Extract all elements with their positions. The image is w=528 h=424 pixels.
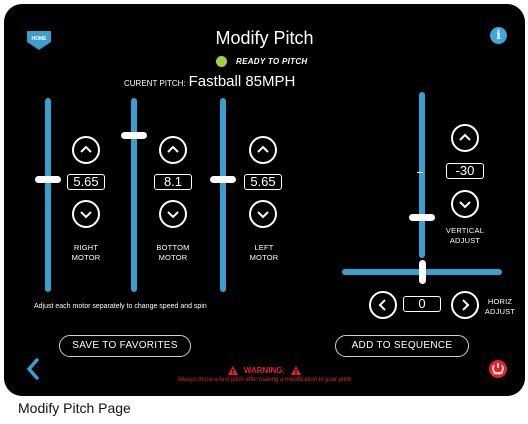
right-motor-value[interactable]: 5.65 [67, 174, 105, 190]
horiz-adjust-label: HORIZ ADJUST [484, 297, 516, 316]
chevron-down-icon [167, 211, 179, 219]
page-title: Modify Pitch [215, 28, 314, 48]
bottom-motor-value[interactable]: 8.1 [154, 174, 192, 190]
page-caption: Modify Pitch Page [18, 400, 131, 416]
horiz-adjust-left-button[interactable] [369, 291, 397, 319]
motor-adjust-hint: Adjust each motor separately to change s… [34, 303, 207, 310]
horiz-adjust-right-button[interactable] [451, 291, 479, 319]
left-motor-decrease-button[interactable] [249, 200, 277, 228]
horiz-adjust-slider-handle[interactable] [419, 260, 426, 284]
chevron-down-icon [80, 211, 92, 219]
chevron-down-icon [459, 201, 471, 209]
warning-title: WARNING: [243, 366, 286, 375]
chevron-right-icon [462, 299, 470, 311]
left-motor-label: LEFT MOTOR [249, 243, 279, 262]
right-motor-slider-track[interactable] [45, 98, 51, 292]
status-dot-icon [216, 55, 227, 67]
stop-icon[interactable]: STOP [488, 359, 508, 379]
warning-text: Always throw a test pitch after making a… [177, 377, 352, 383]
vertical-adjust-slider-handle[interactable] [409, 214, 435, 221]
left-motor-increase-button[interactable] [249, 136, 277, 164]
right-motor-decrease-button[interactable] [72, 200, 100, 228]
bottom-motor-label: BOTTOM MOTOR [156, 243, 190, 262]
warning-icon [227, 366, 238, 376]
chevron-up-icon [80, 145, 92, 153]
chevron-down-icon [257, 211, 269, 219]
vertical-adjust-up-button[interactable] [451, 124, 479, 152]
current-pitch-label: CURENT PITCH: [124, 79, 186, 88]
add-to-sequence-button[interactable]: ADD TO SEQUENCE [335, 335, 469, 357]
chevron-up-icon [167, 145, 179, 153]
vertical-adjust-label: VERTICAL ADJUST [445, 226, 485, 245]
status-indicator: READY TO PITCH [216, 54, 307, 68]
right-motor-label: RIGHT MOTOR [71, 243, 101, 262]
chevron-left-icon [378, 299, 386, 311]
right-motor-increase-button[interactable] [72, 136, 100, 164]
bottom-motor-slider-handle[interactable] [121, 131, 147, 139]
bottom-motor-slider-track[interactable] [131, 98, 137, 292]
vertical-adjust-value[interactable]: -30 [446, 163, 484, 179]
right-motor-slider-handle[interactable] [35, 176, 61, 184]
left-motor-slider-handle[interactable] [210, 176, 236, 184]
current-pitch: CURENT PITCH: Fastball 85MPH [124, 73, 295, 91]
warning-title-row: WARNING: [4, 366, 525, 376]
warning-icon [291, 366, 302, 376]
left-motor-slider-track[interactable] [220, 98, 226, 292]
status-text: READY TO PITCH [236, 56, 308, 66]
vertical-adjust-slider-track[interactable] [419, 92, 425, 258]
stop-icon-label: STOP [493, 372, 503, 376]
vertical-adjust-down-button[interactable] [451, 190, 479, 218]
horiz-adjust-value[interactable]: 0 [403, 296, 441, 312]
vertical-adjust-tick [417, 172, 423, 173]
app-screen: HOME i Modify Pitch READY TO PITCH CUREN… [4, 4, 525, 396]
left-motor-value[interactable]: 5.65 [244, 174, 282, 190]
bottom-motor-decrease-button[interactable] [159, 200, 187, 228]
chevron-up-icon [459, 133, 471, 141]
current-pitch-value: Fastball 85MPH [188, 73, 296, 90]
bottom-motor-increase-button[interactable] [159, 136, 187, 164]
save-to-favorites-button[interactable]: SAVE TO FAVORITES [59, 335, 191, 357]
chevron-up-icon [257, 145, 269, 153]
